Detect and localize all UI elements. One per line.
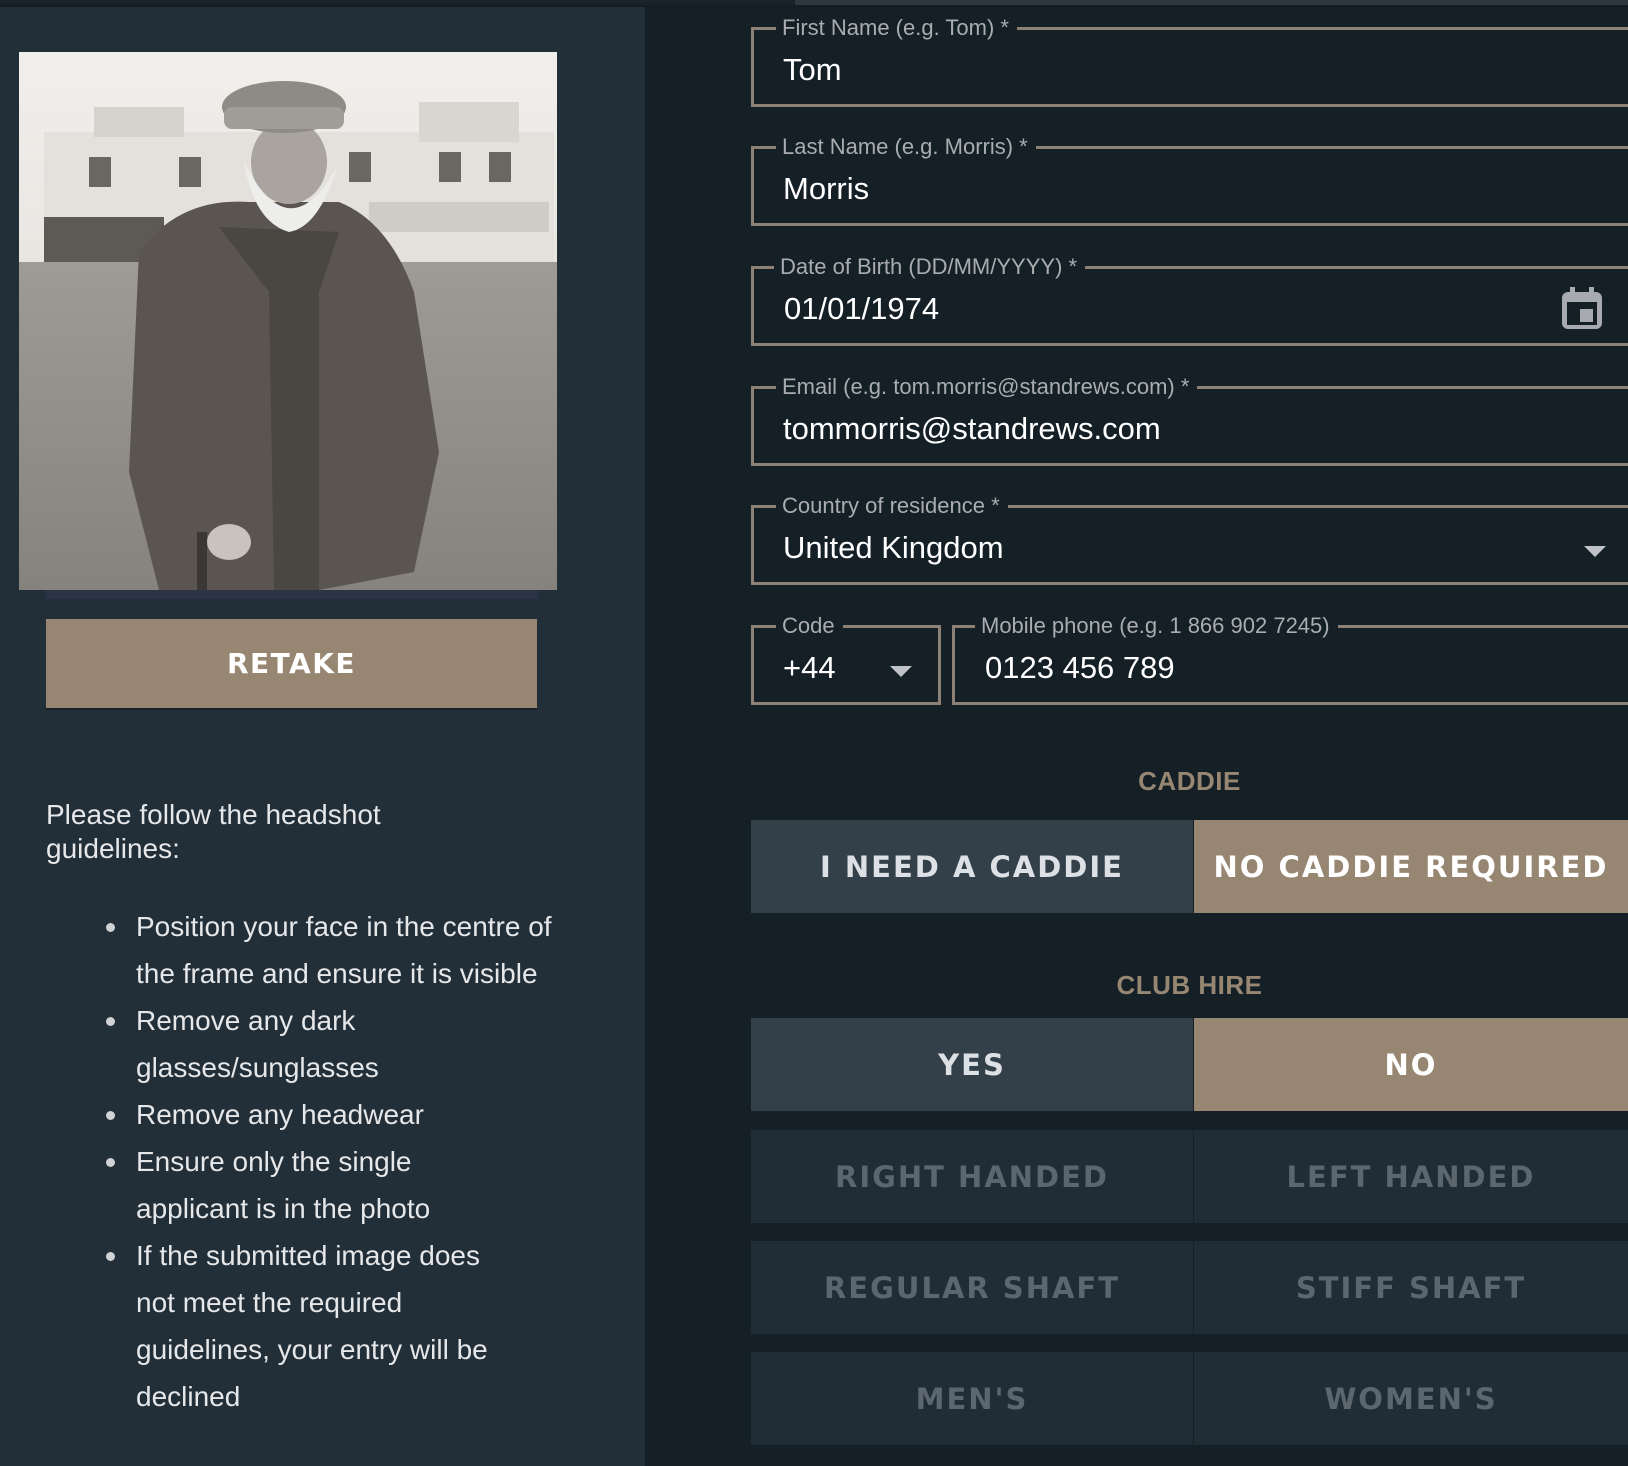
- retake-photo-button[interactable]: RETAKE: [46, 619, 537, 708]
- last-name-field[interactable]: Last Name (e.g. Morris) * Morris: [751, 132, 1628, 226]
- horizontal-scrollbar[interactable]: [795, 0, 1628, 5]
- photo-bottom-edge: [46, 590, 538, 599]
- dob-label: Date of Birth (DD/MM/YYYY) *: [774, 252, 1086, 282]
- chevron-down-icon[interactable]: [890, 666, 912, 677]
- club-hire-yes-button[interactable]: YES: [751, 1018, 1193, 1111]
- mobile-phone-field[interactable]: Mobile phone (e.g. 1 866 902 7245) 0123 …: [952, 611, 1628, 705]
- last-name-input[interactable]: Morris: [783, 169, 869, 209]
- code-label: Code: [776, 611, 843, 641]
- guidelines-intro: Please follow the headshot guidelines:: [46, 799, 381, 864]
- mobile-input[interactable]: 0123 456 789: [985, 648, 1175, 688]
- right-handed-button[interactable]: RIGHT HANDED: [751, 1130, 1193, 1223]
- need-caddie-button[interactable]: I NEED A CADDIE: [751, 820, 1193, 913]
- headshot-photo: [19, 52, 557, 590]
- womens-clubs-button[interactable]: WOMEN'S: [1194, 1352, 1628, 1445]
- top-edge: [0, 0, 1628, 7]
- stiff-shaft-button[interactable]: STIFF SHAFT: [1194, 1241, 1628, 1334]
- guideline-item: If the submitted image does not meet the…: [106, 1232, 506, 1420]
- email-field[interactable]: Email (e.g. tom.morris@standrews.com) * …: [751, 372, 1628, 466]
- calendar-icon[interactable]: [1560, 285, 1604, 336]
- chevron-down-icon[interactable]: [1584, 546, 1606, 557]
- country-code-select[interactable]: Code +44: [751, 611, 941, 705]
- club-hire-section-title: CLUB HIRE: [1116, 970, 1263, 1000]
- headshot-image: [19, 52, 557, 590]
- first-name-label: First Name (e.g. Tom) *: [776, 13, 1017, 43]
- country-select[interactable]: Country of residence * United Kingdom: [751, 491, 1628, 585]
- regular-shaft-button[interactable]: REGULAR SHAFT: [751, 1241, 1193, 1334]
- dob-input[interactable]: 01/01/1974: [784, 289, 939, 329]
- club-hire-no-button[interactable]: NO: [1194, 1018, 1628, 1111]
- no-caddie-button[interactable]: NO CADDIE REQUIRED: [1194, 820, 1628, 913]
- code-value[interactable]: +44: [783, 648, 836, 688]
- caddie-section-title: CADDIE: [1138, 766, 1241, 796]
- mobile-label: Mobile phone (e.g. 1 866 902 7245): [975, 611, 1338, 641]
- first-name-field[interactable]: First Name (e.g. Tom) * Tom: [751, 13, 1628, 107]
- country-value[interactable]: United Kingdom: [783, 528, 1004, 568]
- guideline-item: Position your face in the centre of the …: [106, 903, 596, 997]
- guideline-item: Ensure only the single applicant is in t…: [106, 1138, 456, 1232]
- dob-field[interactable]: Date of Birth (DD/MM/YYYY) * 01/01/1974: [751, 252, 1628, 346]
- country-label: Country of residence *: [776, 491, 1008, 521]
- email-label: Email (e.g. tom.morris@standrews.com) *: [776, 372, 1198, 402]
- mens-clubs-button[interactable]: MEN'S: [751, 1352, 1193, 1445]
- email-input[interactable]: tommorris@standrews.com: [783, 409, 1161, 449]
- first-name-input[interactable]: Tom: [783, 50, 842, 90]
- last-name-label: Last Name (e.g. Morris) *: [776, 132, 1036, 162]
- guideline-item: Remove any dark glasses/sunglasses: [106, 997, 396, 1091]
- left-handed-button[interactable]: LEFT HANDED: [1194, 1130, 1628, 1223]
- guideline-item: Remove any headwear: [106, 1091, 596, 1138]
- guidelines-list: Position your face in the centre of the …: [100, 903, 596, 1420]
